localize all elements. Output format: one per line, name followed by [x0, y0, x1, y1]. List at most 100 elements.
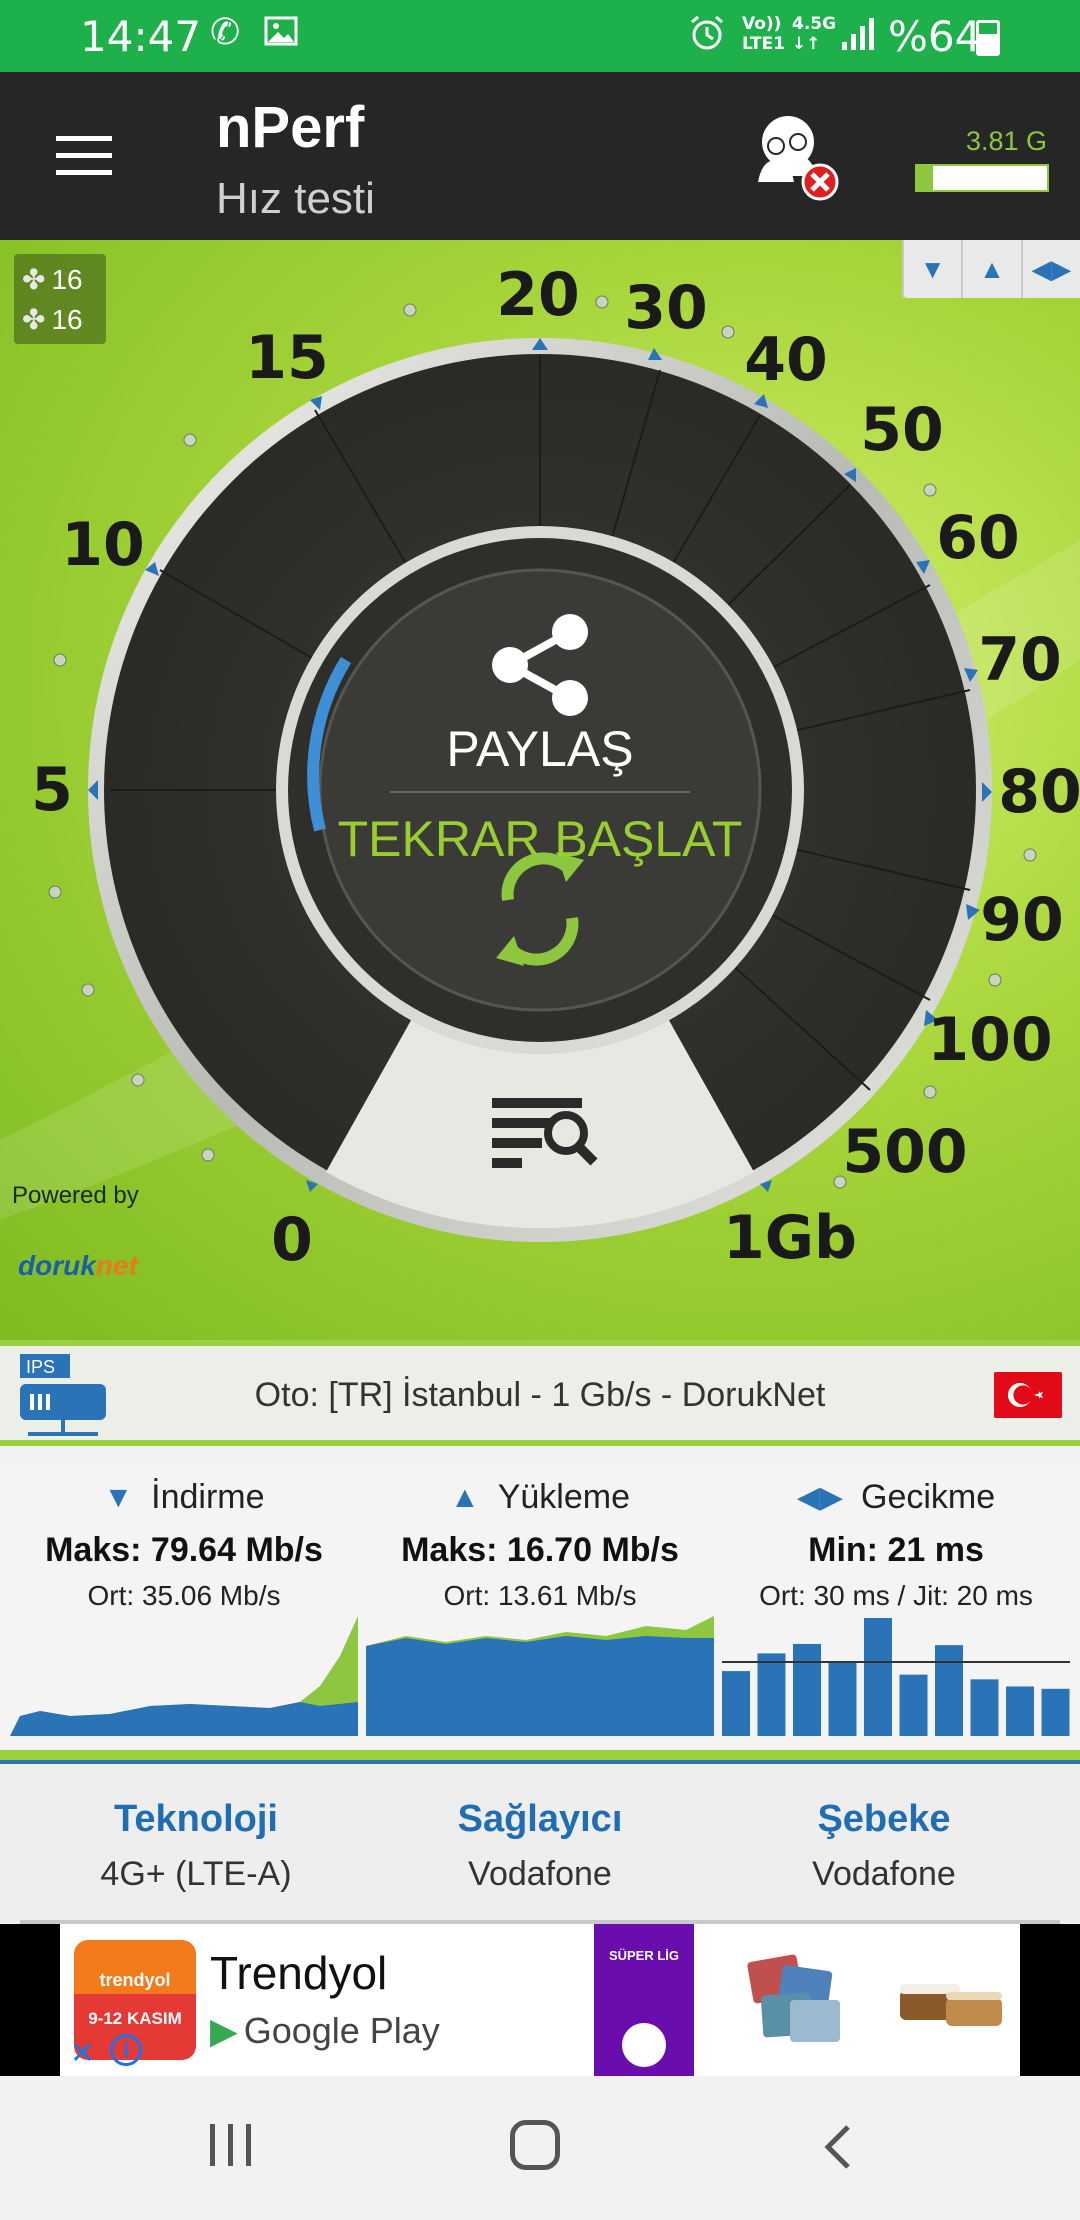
users-disconnected-icon[interactable] — [740, 112, 840, 202]
ips-badge: IPS — [26, 1357, 55, 1377]
data-usage-label: 3.81 G — [966, 126, 1048, 156]
technology-value: 4G+ (LTE-A) — [100, 1855, 292, 1893]
latency-bar-3 — [828, 1662, 857, 1736]
scale-label-9: 70 — [978, 625, 1062, 695]
latency-arrows-icon: ◀▶ — [796, 1481, 843, 1514]
upload-result: ▲ Yükleme Maks: 16.70 Mb/s Ort: 13.61 Mb/… — [362, 1478, 718, 1612]
servers-icon: ✤ — [22, 304, 46, 335]
latency-bar-1 — [757, 1653, 786, 1736]
scale-label-11: 90 — [980, 885, 1064, 955]
server-icon: IPS — [20, 1354, 106, 1436]
scale-label-2: 10 — [61, 510, 145, 580]
app-title: nPerf — [216, 95, 365, 160]
latency-bar-4 — [864, 1618, 892, 1736]
network-info: Şebeke Vodafone — [704, 1798, 1064, 1894]
ad-promo-image: SÜPER LİG — [594, 1924, 694, 2076]
clock: 14:47 — [80, 12, 202, 61]
upload-graph — [366, 1616, 714, 1736]
data-usage-bar — [915, 164, 1049, 192]
app-subtitle: Hız testi — [216, 174, 375, 223]
scale-label-13: 500 — [842, 1117, 967, 1187]
upload-icon[interactable]: ▲ — [961, 240, 1020, 298]
download-icon[interactable]: ▼ — [902, 240, 961, 298]
sponsor-logo[interactable]: doruknet — [18, 1250, 138, 1282]
latency-bar-5 — [899, 1674, 928, 1736]
latency-bar-6 — [935, 1645, 963, 1736]
latency-icon[interactable]: ◀▶ — [1020, 240, 1080, 298]
share-button[interactable]: PAYLAŞ — [380, 720, 700, 778]
network-value: Vodafone — [812, 1855, 956, 1893]
network-label: Şebeke — [817, 1798, 951, 1840]
recents-button[interactable] — [210, 2124, 254, 2166]
scale-label-7: 50 — [860, 395, 944, 465]
upload-max: Maks: 16.70 Mb/s — [401, 1531, 679, 1569]
scale-label-5: 30 — [624, 273, 708, 343]
upload-avg: Ort: 13.61 Mb/s — [443, 1580, 637, 1611]
scale-label-3: 15 — [245, 323, 329, 393]
scale-label-12: 100 — [927, 1005, 1052, 1075]
servers-icon: ✤ — [22, 264, 46, 295]
latency-bar-8 — [1006, 1686, 1034, 1736]
upload-arrow-icon: ▲ — [450, 1480, 480, 1514]
home-button[interactable] — [510, 2120, 560, 2170]
technology-info: Teknoloji 4G+ (LTE-A) — [16, 1798, 376, 1894]
ad-food-image — [900, 1984, 1002, 2026]
powered-by-label: Powered by — [12, 1182, 139, 1209]
server-selector[interactable]: IPS Oto: [TR] İstanbul - 1 Gb/s - DorukN… — [0, 1340, 1080, 1446]
scale-label-8: 60 — [936, 503, 1020, 573]
screen: 14:47 ✆ Vo)) LTE1 4.5G ↓↑ %64 nPerf Hız te… — [0, 0, 1080, 2220]
download-label: İndirme — [151, 1478, 265, 1516]
latency-bar-2 — [793, 1643, 821, 1736]
technology-label: Teknoloji — [114, 1798, 278, 1840]
volte-indicator: Vo)) LTE1 — [742, 14, 786, 54]
servers-up-count: 16 — [51, 264, 83, 295]
speed-gauge-area: 0 5 10 15 20 30 40 50 60 70 80 90 100 500 1Gb ✤ 16 ✤ 16 … — [0, 240, 1080, 1340]
alarm-icon — [688, 14, 726, 61]
download-arrow-icon: ▼ — [103, 1480, 134, 1514]
ad-store: ▶ Google Play — [210, 2010, 440, 2051]
latency-bar-0 — [722, 1671, 750, 1736]
system-nav-bar — [0, 2076, 1080, 2220]
latency-bar-7 — [970, 1679, 999, 1736]
scale-label-6: 40 — [744, 325, 828, 395]
latency-avg: Ort: 30 ms / Jit: 20 ms — [759, 1580, 1033, 1611]
phone-icon: ✆ — [210, 12, 241, 53]
latency-label: Gecikme — [861, 1478, 996, 1516]
download-avg: Ort: 35.06 Mb/s — [87, 1580, 281, 1611]
ad-title: Trendyol — [210, 1947, 388, 1999]
server-count-box: ✤ 16 ✤ 16 — [14, 254, 106, 344]
latency-graph — [722, 1618, 1070, 1736]
ad-info-icon[interactable]: i — [110, 2034, 142, 2066]
network-type: 4.5G ↓↑ — [792, 14, 837, 54]
ad-banner[interactable]: trendyol 9-12 KASIM Trendyol ▶ Google Pla… — [60, 1924, 1020, 2076]
upload-label: Yükleme — [497, 1478, 630, 1516]
status-bar: 14:47 ✆ Vo)) LTE1 4.5G ↓↑ %64 — [0, 0, 1080, 72]
restart-button[interactable]: TEKRAR BAŞLAT — [300, 810, 780, 868]
download-graph — [10, 1616, 358, 1736]
image-icon — [264, 14, 298, 57]
turkey-flag-icon — [994, 1372, 1062, 1418]
provider-label: Sağlayıcı — [457, 1798, 623, 1840]
google-play-icon: ▶ — [210, 2010, 238, 2051]
latency-bar-9 — [1041, 1688, 1070, 1736]
scale-label-14: 1Gb — [723, 1203, 857, 1273]
server-name: Oto: [TR] İstanbul - 1 Gb/s - DorukNet — [254, 1376, 826, 1414]
provider-info: Sağlayıcı Vodafone — [360, 1798, 720, 1894]
connection-info: Teknoloji 4G+ (LTE-A) Sağlayıcı Vodafone… — [0, 1760, 1080, 1924]
back-button[interactable] — [822, 2124, 852, 2170]
provider-value: Vodafone — [468, 1855, 612, 1893]
download-max: Maks: 79.64 Mb/s — [45, 1531, 323, 1569]
servers-down-count: 16 — [51, 304, 83, 335]
latency-result: ◀▶ Gecikme Min: 21 ms Ort: 30 ms / Jit: 2… — [718, 1478, 1074, 1612]
scale-label-0: 0 — [271, 1205, 313, 1275]
scale-label-10: 80 — [998, 757, 1080, 827]
latency-min: Min: 21 ms — [808, 1531, 984, 1569]
battery-percent: %64 — [888, 12, 982, 61]
battery-icon — [976, 20, 1000, 56]
menu-icon[interactable] — [56, 136, 112, 176]
ad-tiles-image — [746, 1953, 840, 2042]
scale-label-1: 5 — [31, 755, 73, 825]
ad-close-icon[interactable]: ✕ — [70, 2036, 95, 2071]
app-bar: nPerf Hız testi 3.81 G — [0, 72, 1080, 240]
view-toggle-group: ▼ ▲ ◀▶ — [902, 240, 1080, 298]
